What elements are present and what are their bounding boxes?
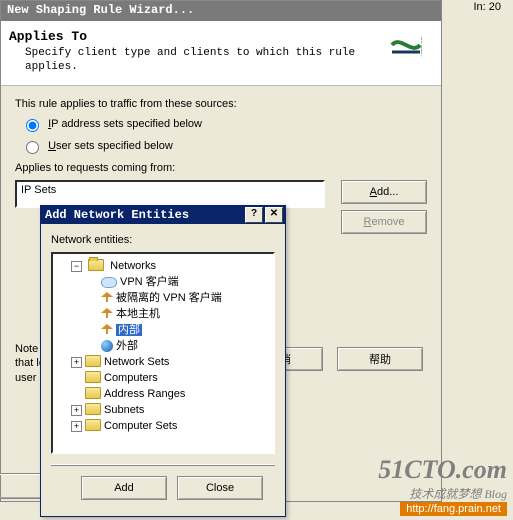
network-icon xyxy=(101,292,113,304)
watermark: 51CTO.com 技术成就梦想 Blog http://fang.prain.… xyxy=(378,455,507,516)
radio-ip-sets[interactable]: IP address sets specified below xyxy=(21,116,427,132)
dialog-close-button[interactable]: Close xyxy=(177,476,263,500)
tree-node-vpn-client[interactable]: VPN 客户端 xyxy=(87,274,271,290)
tree-node-internal[interactable]: 内部 xyxy=(87,322,271,338)
collapse-icon[interactable]: − xyxy=(71,261,82,272)
tree-node-quarantined-vpn[interactable]: 被隔离的 VPN 客户端 xyxy=(87,290,271,306)
add-entities-dialog: Add Network Entities ? ✕ Network entitie… xyxy=(40,205,286,517)
entities-label: Network entities: xyxy=(51,234,275,246)
folder-icon xyxy=(85,419,101,431)
svg-text:BUTLER: BUTLER xyxy=(419,37,422,57)
folder-icon xyxy=(85,403,101,415)
page-title: Applies To xyxy=(9,29,389,44)
tree-node-networks[interactable]: − Networks VPN 客户端 被隔离的 VPN 客户端 本地主机 内部 … xyxy=(71,258,271,354)
logo-butler: BUTLER xyxy=(389,27,423,67)
add-button[interactable]: Add... xyxy=(341,180,427,204)
info-inbound: In: 20 xyxy=(471,0,503,14)
dialog-add-button[interactable]: Add xyxy=(81,476,167,500)
network-icon xyxy=(101,324,113,336)
help-icon[interactable]: ? xyxy=(245,207,263,223)
radio-user-sets[interactable]: User sets specified below xyxy=(21,138,427,154)
tree-node-localhost[interactable]: 本地主机 xyxy=(87,306,271,322)
help-button[interactable]: 帮助 xyxy=(337,347,423,371)
tree-node-external[interactable]: 外部 xyxy=(87,338,271,354)
page-subtitle: Specify client type and clients to which… xyxy=(25,46,389,75)
wizard-header: Applies To Specify client type and clien… xyxy=(1,21,441,86)
tree-node-address-ranges[interactable]: Address Ranges xyxy=(71,386,271,402)
close-icon[interactable]: ✕ xyxy=(265,207,283,223)
expand-icon[interactable]: + xyxy=(71,405,82,416)
network-icon xyxy=(101,308,113,320)
folder-icon xyxy=(85,371,101,383)
radio-user-sets-input[interactable] xyxy=(26,141,39,154)
entities-tree[interactable]: − Networks VPN 客户端 被隔离的 VPN 客户端 本地主机 内部 … xyxy=(51,252,275,454)
cloud-icon xyxy=(101,277,117,288)
radio-ip-sets-input[interactable] xyxy=(26,119,39,132)
globe-icon xyxy=(101,340,113,352)
tree-node-network-sets[interactable]: +Network Sets xyxy=(71,354,271,370)
sources-label: This rule applies to traffic from these … xyxy=(15,98,427,110)
coming-from-label: Applies to requests coming from: xyxy=(15,162,427,174)
expand-icon[interactable]: + xyxy=(71,357,82,368)
expand-icon[interactable]: + xyxy=(71,421,82,432)
dialog-title: Add Network Entities xyxy=(45,208,189,222)
tree-node-computer-sets[interactable]: +Computer Sets xyxy=(71,418,271,434)
dialog-title-bar[interactable]: Add Network Entities ? ✕ xyxy=(41,206,285,224)
tree-node-subnets[interactable]: +Subnets xyxy=(71,402,271,418)
ip-sets-listbox[interactable]: IP Sets xyxy=(15,180,325,208)
folder-icon xyxy=(85,387,101,399)
wizard-title-bar[interactable]: New Shaping Rule Wizard... xyxy=(1,1,441,21)
folder-icon xyxy=(85,355,101,367)
tree-node-computers[interactable]: Computers xyxy=(71,370,271,386)
folder-open-icon xyxy=(88,259,104,271)
remove-button: Remove xyxy=(341,210,427,234)
